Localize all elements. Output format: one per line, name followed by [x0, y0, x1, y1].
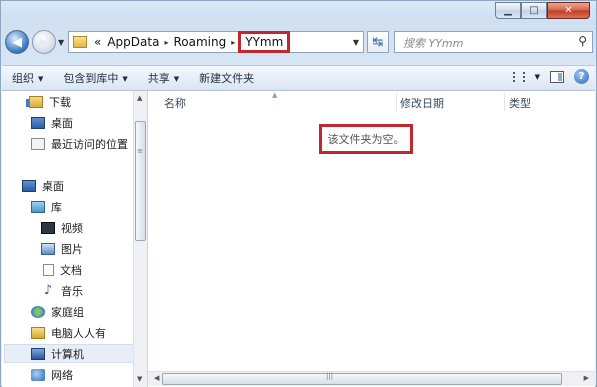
scrollbar-thumb[interactable]: [135, 121, 146, 241]
sidebar-item-documents[interactable]: 文档: [43, 261, 82, 279]
new-folder-button[interactable]: 新建文件夹: [189, 70, 264, 86]
organize-label: 组织: [12, 72, 34, 85]
desktop-icon: [22, 180, 36, 192]
change-view-icon[interactable]: [512, 71, 525, 82]
column-header-type[interactable]: 类型: [509, 95, 531, 111]
search-input[interactable]: [401, 35, 565, 51]
video-icon: [41, 222, 55, 234]
column-divider[interactable]: [504, 93, 505, 111]
chevron-down-icon: ▼: [122, 75, 128, 83]
include-in-library-menu[interactable]: 包含到库中 ▼: [53, 70, 137, 86]
horizontal-scrollbar[interactable]: ◀ ||| ▶: [148, 371, 595, 386]
scroll-up-icon[interactable]: ▲: [137, 94, 142, 102]
picture-icon: [41, 243, 55, 255]
sidebar-scrollbar[interactable]: ▲ ≡ ▼: [133, 91, 147, 387]
refresh-icon: ↹: [372, 34, 384, 50]
desktop-icon: [31, 117, 45, 129]
sidebar-item-label: 下载: [49, 96, 71, 109]
share-label: 共享: [147, 72, 170, 85]
library-icon: [31, 201, 45, 213]
view-options-dropdown-icon[interactable]: ▼: [535, 73, 540, 81]
organize-menu[interactable]: 组织 ▼: [2, 70, 53, 86]
breadcrumb-appdata[interactable]: AppData: [104, 35, 162, 49]
breadcrumb-current-folder[interactable]: YYmm: [238, 31, 291, 53]
sidebar-item-label: 家庭组: [51, 306, 84, 319]
sidebar-item-library[interactable]: 库: [31, 198, 62, 216]
scroll-down-icon[interactable]: ▼: [137, 375, 142, 383]
sidebar-item-desktop-favorite[interactable]: 桌面: [31, 114, 73, 132]
sidebar-item-user[interactable]: 电脑人人有: [31, 324, 106, 342]
music-icon: ♪: [43, 283, 53, 298]
breadcrumb-separator-icon[interactable]: ▸: [229, 38, 237, 47]
chevron-down-icon: ▼: [38, 75, 44, 83]
include-in-library-label: 包含到库中: [63, 72, 119, 85]
breadcrumb-separator-icon[interactable]: ▸: [162, 38, 170, 47]
sidebar-item-homegroup[interactable]: 家庭组: [31, 303, 84, 321]
sidebar-item-label: 音乐: [61, 285, 83, 298]
scroll-right-icon[interactable]: ▶: [584, 374, 589, 382]
back-button[interactable]: ◀: [5, 30, 29, 54]
recent-pages-dropdown[interactable]: ▼: [58, 38, 64, 47]
column-header-name[interactable]: 名称: [164, 95, 186, 111]
homegroup-icon: [31, 306, 45, 318]
window-controls: ▁ □ ✕: [495, 2, 590, 19]
sidebar-item-label: 电脑人人有: [51, 327, 106, 340]
address-dropdown-icon[interactable]: ▼: [353, 38, 359, 47]
preview-pane-icon[interactable]: [550, 70, 564, 83]
sidebar-item-computer[interactable]: 计算机: [31, 345, 84, 363]
sidebar-item-label: 桌面: [51, 117, 73, 130]
recent-places-icon: [31, 138, 45, 150]
forward-button[interactable]: ▶: [32, 30, 56, 54]
command-bar: 组织 ▼ 包含到库中 ▼ 共享 ▼ 新建文件夹 ▼ ?: [2, 65, 595, 91]
close-button[interactable]: ✕: [547, 2, 590, 19]
sidebar-item-label: 网络: [51, 369, 73, 382]
document-icon: [43, 264, 54, 276]
scrollbar-grip-icon: |||: [326, 372, 334, 380]
search-box[interactable]: ⚲: [394, 31, 593, 53]
sidebar-item-label: 视频: [61, 222, 83, 235]
scrollbar-grip-icon: ≡: [137, 147, 143, 155]
minimize-button[interactable]: ▁: [495, 2, 521, 19]
sidebar-item-music[interactable]: ♪ 音乐: [41, 282, 83, 300]
sidebar-item-label: 最近访问的位置: [51, 138, 128, 151]
sidebar-item-network[interactable]: 网络: [31, 366, 73, 384]
column-header-date-modified[interactable]: 修改日期: [400, 95, 444, 111]
sidebar-item-recent-places[interactable]: 最近访问的位置: [31, 135, 128, 153]
breadcrumb-overflow[interactable]: «: [91, 35, 104, 49]
user-folder-icon: [31, 327, 45, 339]
view-controls: ▼ ?: [512, 69, 589, 84]
sort-indicator-icon: ▲: [272, 91, 278, 99]
sidebar-item-pictures[interactable]: 图片: [41, 240, 83, 258]
breadcrumb-roaming[interactable]: Roaming: [170, 35, 229, 49]
download-folder-icon: [26, 96, 43, 108]
navigation-row: ◀ ▶ ▼ « AppData ▸ Roaming ▸ YYmm ▼ ↹ ⚲: [5, 29, 593, 57]
sidebar-item-label: 桌面: [42, 180, 64, 193]
search-icon[interactable]: ⚲: [578, 34, 587, 48]
chevron-down-icon: ▼: [173, 75, 180, 83]
scrollbar-thumb[interactable]: [162, 373, 562, 385]
sidebar-item-label: 文档: [60, 264, 82, 277]
maximize-button[interactable]: □: [521, 2, 547, 19]
sidebar-item-desktop[interactable]: 桌面: [22, 177, 64, 195]
column-divider[interactable]: [396, 93, 397, 111]
share-menu[interactable]: 共享 ▼: [138, 70, 189, 86]
file-list[interactable]: ▲ 名称 修改日期 类型 该文件夹为空。 ◀ ||| ▶: [148, 91, 595, 387]
help-icon[interactable]: ?: [574, 69, 589, 84]
sidebar-item-label: 计算机: [51, 348, 84, 361]
sidebar-item-videos[interactable]: 视频: [41, 219, 83, 237]
address-bar[interactable]: « AppData ▸ Roaming ▸ YYmm ▼: [68, 31, 364, 53]
empty-folder-message: 该文件夹为空。: [319, 124, 413, 154]
computer-icon: [31, 348, 45, 360]
explorer-window: ▁ □ ✕ ◀ ▶ ▼ « AppData ▸ Roaming ▸ YYmm ▼…: [0, 0, 597, 387]
sidebar-item-downloads[interactable]: 下载: [26, 93, 71, 111]
sidebar-item-label: 图片: [61, 243, 83, 256]
refresh-button[interactable]: ↹: [367, 31, 389, 53]
scroll-left-icon[interactable]: ◀: [154, 374, 159, 382]
network-icon: [31, 369, 45, 381]
sidebar-item-label: 库: [51, 201, 62, 214]
navigation-pane: 下载 桌面 最近访问的位置 桌面 库 视频 图片 文档 ♪ 音乐 家庭组 电脑人…: [2, 91, 148, 387]
folder-icon: [73, 36, 87, 48]
